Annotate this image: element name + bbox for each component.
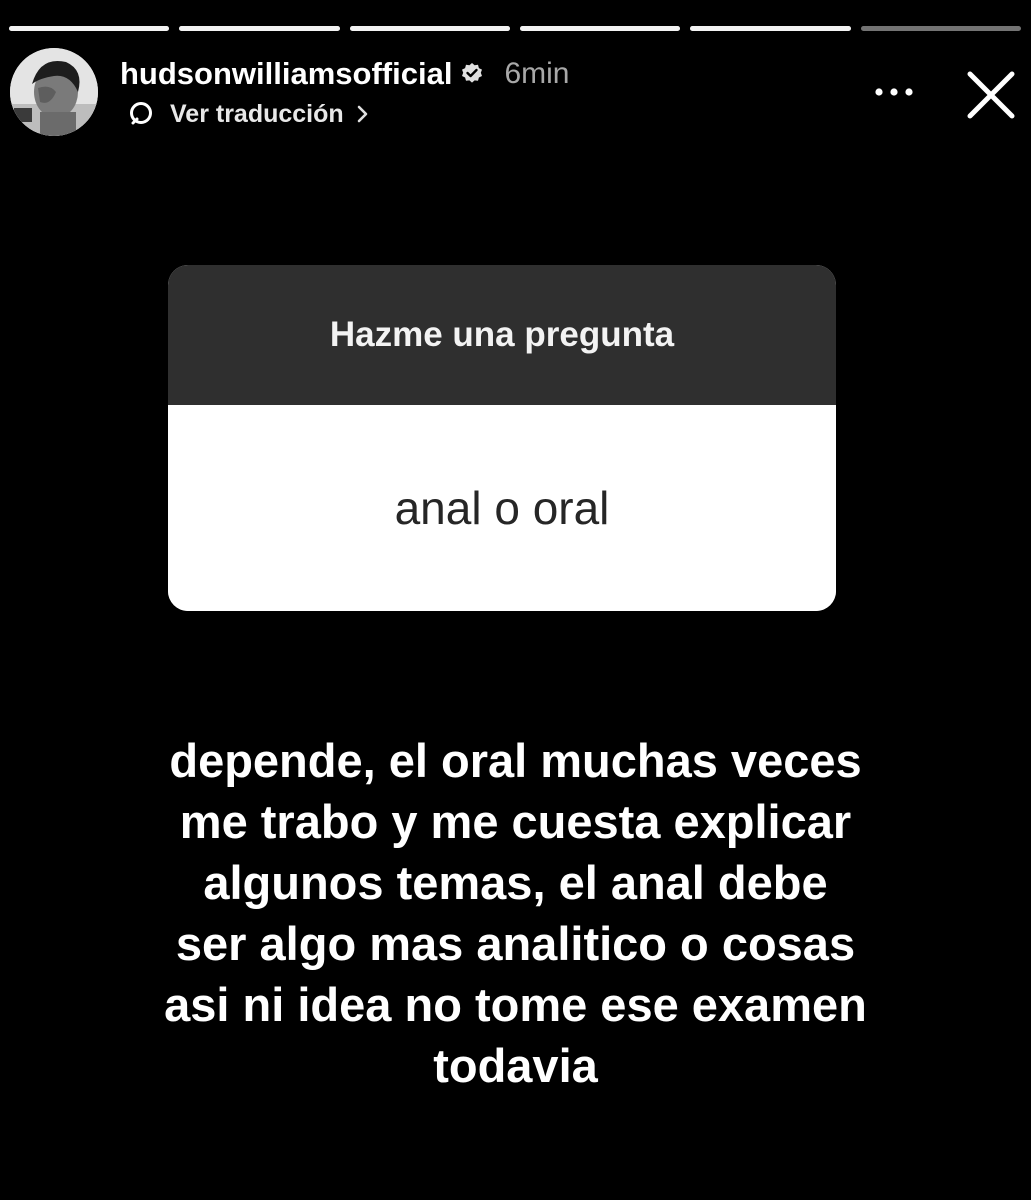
story-progress-fill bbox=[349, 26, 510, 31]
verified-badge-icon bbox=[460, 62, 484, 86]
question-sticker: Hazme una pregunta anal o oral bbox=[168, 265, 836, 611]
answer-line: asi ni idea no tome ese examen bbox=[164, 978, 867, 1031]
story-progress-segment bbox=[179, 26, 340, 31]
avatar-image bbox=[10, 48, 98, 136]
close-icon bbox=[967, 71, 1015, 119]
story-progress-fill bbox=[179, 26, 340, 31]
question-sticker-header: Hazme una pregunta bbox=[168, 265, 836, 405]
story-progress-segment bbox=[690, 26, 851, 31]
story-progress-segment bbox=[9, 26, 170, 31]
question-text: anal o oral bbox=[394, 482, 610, 534]
answer-line: todavia bbox=[433, 1039, 598, 1092]
answer-line: me trabo y me cuesta explicar bbox=[179, 795, 852, 848]
see-translation-link[interactable]: Ver traducción bbox=[128, 96, 370, 132]
story-progress-fill bbox=[690, 26, 851, 31]
close-button[interactable] bbox=[962, 66, 1020, 124]
post-time: 6min bbox=[504, 57, 570, 90]
more-options-button[interactable] bbox=[868, 72, 920, 112]
chevron-right-icon bbox=[356, 103, 370, 125]
story-progress-segment bbox=[860, 26, 1021, 31]
question-sticker-body: anal o oral bbox=[168, 405, 836, 611]
more-options-icon bbox=[875, 88, 913, 96]
answer-line: depende, el oral muchas veces bbox=[169, 734, 862, 787]
username[interactable]: hudsonwilliamsofficial bbox=[120, 56, 452, 92]
see-translation-label[interactable]: Ver traducción bbox=[170, 100, 344, 129]
answer-text: depende, el oral muchas veces me trabo y… bbox=[80, 730, 951, 1096]
story-progress-segment bbox=[519, 26, 681, 31]
question-prompt: Hazme una pregunta bbox=[329, 315, 675, 354]
story-progress-fill bbox=[9, 26, 170, 31]
username-row: hudsonwilliamsofficial 6min bbox=[120, 52, 569, 96]
speech-bubble-icon bbox=[128, 101, 154, 127]
story-progress-fill bbox=[519, 26, 681, 31]
story-header: hudsonwilliamsofficial 6min Ver traducci… bbox=[0, 44, 1031, 144]
answer-line: algunos temas, el anal debe bbox=[203, 856, 828, 909]
story-progress-segment bbox=[349, 26, 510, 31]
answer-line: ser algo mas analitico o cosas bbox=[175, 917, 856, 970]
story-progress-bar bbox=[9, 26, 1021, 32]
profile-avatar[interactable] bbox=[10, 48, 98, 136]
